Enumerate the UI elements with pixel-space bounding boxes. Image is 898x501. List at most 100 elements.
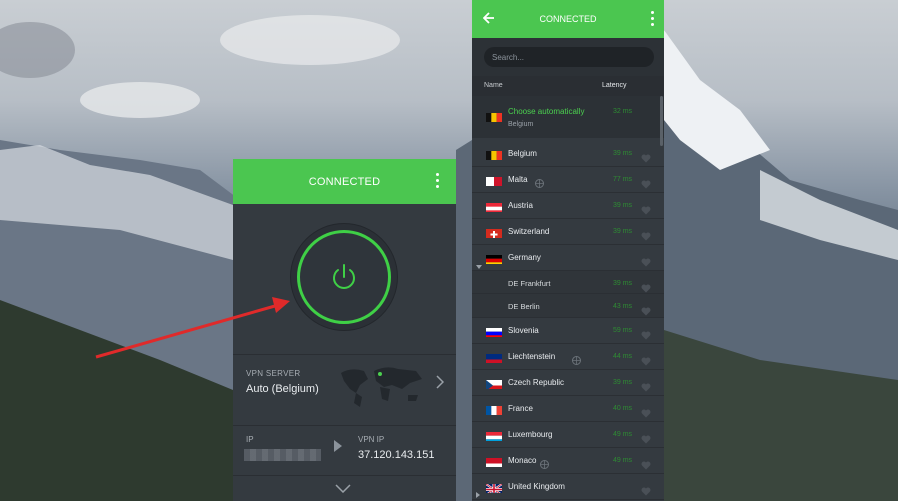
- server-latency: 39 ms: [613, 150, 633, 157]
- auto-latency: 32 ms: [613, 108, 633, 115]
- server-value: Auto (Belgium): [246, 383, 319, 395]
- server-name: DE Frankfurt: [508, 279, 551, 288]
- ip-info: IP VPN IP 37.120.143.151: [233, 425, 456, 475]
- server-latency: 49 ms: [613, 457, 633, 464]
- server-name: DE Berlin: [508, 302, 540, 311]
- list-connection-status: CONNECTED: [539, 14, 597, 24]
- server-name: Slovenia: [508, 326, 539, 335]
- flag-li-icon: [486, 352, 502, 363]
- power-button[interactable]: [297, 230, 391, 324]
- server-name: France: [508, 404, 533, 413]
- column-latency[interactable]: Latency: [602, 82, 627, 89]
- divider: [233, 475, 456, 476]
- arrow-right-icon: [334, 440, 342, 452]
- flag-at-icon: [486, 201, 502, 212]
- world-map-icon: [341, 367, 422, 407]
- vpn-server-selector[interactable]: VPN SERVER Auto (Belgium): [233, 355, 456, 425]
- auto-subtitle: Belgium: [508, 121, 534, 128]
- server-latency: 44 ms: [613, 353, 633, 360]
- choose-automatically-row[interactable]: Choose automatically Belgium 32 ms: [472, 96, 664, 138]
- virtual-server-icon: [535, 175, 544, 193]
- server-row[interactable]: DE Berlin 43 ms: [472, 294, 664, 318]
- ip-label: IP: [246, 435, 254, 444]
- server-name: United Kingdom: [508, 482, 565, 491]
- server-latency: 39 ms: [613, 202, 633, 209]
- flag-ch-icon: [486, 227, 502, 238]
- server-row[interactable]: Switzerland 39 ms: [472, 219, 664, 245]
- server-name: Belgium: [508, 149, 537, 158]
- server-name: Germany: [508, 253, 541, 262]
- flag-cz-icon: [486, 378, 502, 389]
- server-row[interactable]: DE Frankfurt 39 ms: [472, 271, 664, 294]
- server-row[interactable]: France 40 ms: [472, 396, 664, 422]
- flag-gb-icon: [486, 482, 502, 493]
- chevron-down-icon[interactable]: [335, 484, 351, 493]
- list-header: CONNECTED: [472, 0, 664, 38]
- server-name: Austria: [508, 201, 533, 210]
- server-row[interactable]: Slovenia 59 ms: [472, 318, 664, 344]
- flag-be-icon: [486, 149, 502, 160]
- favorite-heart-icon[interactable]: [641, 483, 651, 501]
- server-latency: 49 ms: [613, 431, 633, 438]
- caret-right-icon[interactable]: [476, 485, 480, 501]
- server-row[interactable]: Malta 77 ms: [472, 167, 664, 193]
- flag-mt-icon: [486, 175, 502, 186]
- back-arrow-icon[interactable]: [483, 12, 495, 24]
- favorite-heart-icon[interactable]: [641, 228, 651, 246]
- server-row[interactable]: United Kingdom: [472, 474, 664, 500]
- server-row[interactable]: Belgium 39 ms: [472, 141, 664, 167]
- server-label: VPN SERVER: [246, 369, 301, 378]
- server-latency: 77 ms: [613, 176, 633, 183]
- list-more-options-icon[interactable]: [649, 11, 655, 29]
- more-options-icon[interactable]: [434, 173, 440, 191]
- power-button-wrap: [291, 224, 397, 330]
- flag-be-icon: [486, 111, 502, 122]
- server-latency: 39 ms: [613, 280, 633, 287]
- app-header: CONNECTED: [233, 159, 456, 204]
- column-header: Name Latency: [472, 76, 664, 96]
- favorite-heart-icon[interactable]: [641, 327, 651, 345]
- auto-title: Choose automatically: [508, 107, 585, 116]
- favorite-heart-icon[interactable]: [641, 431, 651, 449]
- column-name[interactable]: Name: [484, 82, 503, 89]
- flag-mc-icon: [486, 456, 502, 467]
- server-latency: 39 ms: [613, 379, 633, 386]
- virtual-server-icon: [539, 456, 549, 474]
- virtual-server-icon: [571, 352, 581, 370]
- search-area: [472, 38, 664, 76]
- server-list-window: CONNECTED Name Latency Choose automatica…: [472, 0, 664, 501]
- server-name: Liechtenstein: [508, 352, 556, 361]
- flag-fr-icon: [486, 404, 502, 415]
- ip-value-redacted: [244, 449, 321, 461]
- server-latency: 40 ms: [613, 405, 633, 412]
- search-input[interactable]: [484, 47, 654, 67]
- server-row[interactable]: Monaco 49 ms: [472, 448, 664, 474]
- server-name: Malta: [508, 175, 528, 184]
- server-row[interactable]: Czech Republic 39 ms: [472, 370, 664, 396]
- server-row[interactable]: Liechtenstein 44 ms: [472, 344, 664, 370]
- favorite-heart-icon[interactable]: [641, 202, 651, 220]
- vpn-ip-value: 37.120.143.151: [358, 449, 435, 461]
- connection-status: CONNECTED: [308, 175, 381, 188]
- server-latency: 59 ms: [613, 327, 633, 334]
- favorite-heart-icon[interactable]: [641, 150, 651, 168]
- scrollbar[interactable]: [660, 96, 663, 146]
- favorite-heart-icon[interactable]: [641, 405, 651, 423]
- vpn-app-window: CONNECTED VPN SERVER Auto (Belgium) IP V…: [233, 159, 456, 501]
- favorite-heart-icon[interactable]: [641, 176, 651, 194]
- server-name: Monaco: [508, 456, 537, 465]
- flag-lu-icon: [486, 430, 502, 441]
- favorite-heart-icon[interactable]: [641, 353, 651, 371]
- favorite-heart-icon[interactable]: [641, 457, 651, 475]
- vpn-ip-label: VPN IP: [358, 435, 385, 444]
- server-name: Switzerland: [508, 227, 550, 236]
- server-latency: 39 ms: [613, 228, 633, 235]
- favorite-heart-icon[interactable]: [641, 254, 651, 272]
- server-name: Czech Republic: [508, 378, 565, 387]
- favorite-heart-icon[interactable]: [641, 379, 651, 397]
- server-row[interactable]: Germany: [472, 245, 664, 271]
- power-icon: [333, 264, 355, 289]
- server-row[interactable]: Luxembourg 49 ms: [472, 422, 664, 448]
- server-row[interactable]: Austria 39 ms: [472, 193, 664, 219]
- flag-de-icon: [486, 253, 502, 264]
